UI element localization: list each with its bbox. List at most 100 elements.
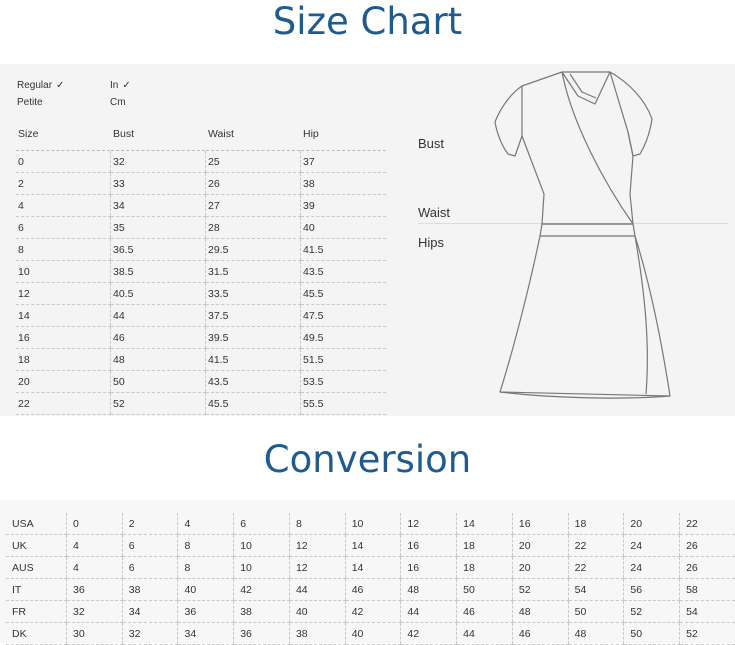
unit-option-in[interactable]: In ✓ — [110, 80, 131, 91]
conversion-cell: 10 — [233, 556, 290, 579]
fit-option-label: Petite — [17, 97, 43, 108]
conversion-cell: 18 — [456, 534, 513, 557]
conversion-cell: 8 — [177, 534, 234, 557]
conversion-cell: 20 — [511, 556, 569, 579]
conversion-cell: 10 — [233, 534, 290, 557]
bust-cell: 44 — [110, 304, 206, 327]
region-label: USA — [6, 513, 67, 535]
conversion-cell: 22 — [567, 556, 624, 579]
bust-label: Bust — [418, 136, 445, 151]
conversion-cell: 6 — [121, 556, 178, 579]
conversion-cell: 44 — [400, 600, 457, 623]
conversion-cell: 50 — [623, 622, 680, 645]
waist-cell: 39.5 — [205, 326, 301, 349]
conversion-cell: 46 — [344, 578, 401, 601]
conversion-table: USA 0 2 4 6 8 10 12 14 16 18 20 22 UK 4 6 8 10 12 14 16 18 20 2… — [6, 513, 735, 645]
hip-cell: 51.5 — [300, 348, 386, 371]
conversion-cell: 10 — [344, 513, 401, 535]
checkmark-icon: ✓ — [122, 80, 131, 91]
waist-cell: 41.5 — [205, 348, 301, 371]
hip-cell: 41.5 — [300, 238, 386, 261]
bust-cell: 46 — [110, 326, 206, 349]
conversion-cell: 4 — [66, 534, 123, 557]
conversion-cell: 24 — [623, 534, 680, 557]
fit-option-regular[interactable]: Regular ✓ — [17, 80, 64, 91]
hips-label: Hips — [418, 235, 445, 250]
conversion-cell: 24 — [623, 556, 680, 579]
region-label: AUS — [6, 556, 67, 579]
fit-option-petite[interactable]: Petite — [17, 97, 43, 108]
conversion-cell: 34 — [177, 622, 234, 645]
conversion-cell: 42 — [344, 600, 401, 623]
conversion-cell: 38 — [121, 578, 178, 601]
waist-label: Waist — [418, 205, 451, 220]
bust-cell: 33 — [110, 172, 206, 195]
conversion-row: UK 4 6 8 10 12 14 16 18 20 22 24 26 — [6, 534, 735, 557]
bust-cell: 50 — [110, 370, 206, 393]
size-cell: 16 — [16, 326, 111, 349]
conversion-cell: 0 — [66, 513, 123, 535]
conversion-cell: 44 — [456, 622, 513, 645]
table-row: 12 40.5 33.5 45.5 — [16, 282, 386, 305]
bust-cell: 48 — [110, 348, 206, 371]
waist-cell: 29.5 — [205, 238, 301, 261]
size-cell: 10 — [16, 260, 111, 283]
conversion-cell: 48 — [511, 600, 569, 623]
conversion-cell: 20 — [623, 513, 680, 535]
hip-cell: 43.5 — [300, 260, 386, 283]
conversion-cell: 12 — [288, 556, 346, 579]
region-label: UK — [6, 534, 67, 557]
waist-cell: 26 — [205, 172, 301, 195]
conversion-cell: 32 — [66, 600, 123, 623]
dress-illustration-icon — [494, 71, 671, 399]
hip-cell: 45.5 — [300, 282, 386, 305]
column-header-size: Size — [16, 118, 111, 151]
conversion-cell: 16 — [400, 534, 457, 557]
size-table-header: Size Bust Waist Hip — [16, 118, 386, 151]
conversion-cell: 4 — [177, 513, 234, 535]
conversion-cell: 18 — [567, 513, 624, 535]
table-row: 2 33 26 38 — [16, 172, 386, 195]
conversion-row: IT 36 38 40 42 44 46 48 50 52 54 56 58 — [6, 578, 735, 601]
conversion-row: FR 32 34 36 38 40 42 44 46 48 50 52 54 — [6, 600, 735, 623]
conversion-cell: 40 — [177, 578, 234, 601]
region-label: DK — [6, 622, 67, 645]
column-header-hip: Hip — [300, 118, 386, 151]
conversion-cell: 44 — [288, 578, 346, 601]
conversion-cell: 18 — [456, 556, 513, 579]
conversion-cell: 40 — [344, 622, 401, 645]
conversion-cell: 54 — [679, 600, 735, 623]
conversion-table-body: USA 0 2 4 6 8 10 12 14 16 18 20 22 UK 4 6 8 10 12 14 16 18 20 2… — [6, 513, 735, 645]
unit-option-cm[interactable]: Cm — [110, 97, 126, 108]
size-table-body: 0 32 25 37 2 33 26 38 4 34 27 39 6 35 28 40 8 36.5 29.5 41.… — [16, 150, 386, 415]
conversion-cell: 32 — [121, 622, 178, 645]
bust-cell: 38.5 — [110, 260, 206, 283]
conversion-cell: 38 — [288, 622, 346, 645]
bust-cell: 36.5 — [110, 238, 206, 261]
conversion-cell: 42 — [400, 622, 457, 645]
conversion-cell: 58 — [679, 578, 735, 601]
conversion-cell: 26 — [679, 534, 735, 557]
hip-cell: 39 — [300, 194, 386, 217]
conversion-cell: 20 — [511, 534, 569, 557]
table-row: 8 36.5 29.5 41.5 — [16, 238, 386, 261]
size-cell: 14 — [16, 304, 111, 327]
size-cell: 2 — [16, 172, 111, 195]
waist-cell: 28 — [205, 216, 301, 239]
conversion-row: AUS 4 6 8 10 12 14 16 18 20 22 24 26 — [6, 556, 735, 579]
table-row: 18 48 41.5 51.5 — [16, 348, 386, 371]
conversion-cell: 30 — [66, 622, 123, 645]
conversion-row: DK 30 32 34 36 38 40 42 44 46 48 50 52 — [6, 622, 735, 645]
waist-cell: 43.5 — [205, 370, 301, 393]
bust-cell: 35 — [110, 216, 206, 239]
conversion-cell: 4 — [66, 556, 123, 579]
conversion-cell: 16 — [400, 556, 457, 579]
bust-cell: 40.5 — [110, 282, 206, 305]
hip-cell: 40 — [300, 216, 386, 239]
waist-cell: 45.5 — [205, 392, 301, 415]
bust-cell: 52 — [110, 392, 206, 415]
conversion-cell: 48 — [567, 622, 624, 645]
conversion-cell: 8 — [177, 556, 234, 579]
size-table: Size Bust Waist Hip 0 32 25 37 2 33 26 38 4 34 27 3… — [16, 118, 386, 415]
conversion-cell: 14 — [344, 534, 401, 557]
